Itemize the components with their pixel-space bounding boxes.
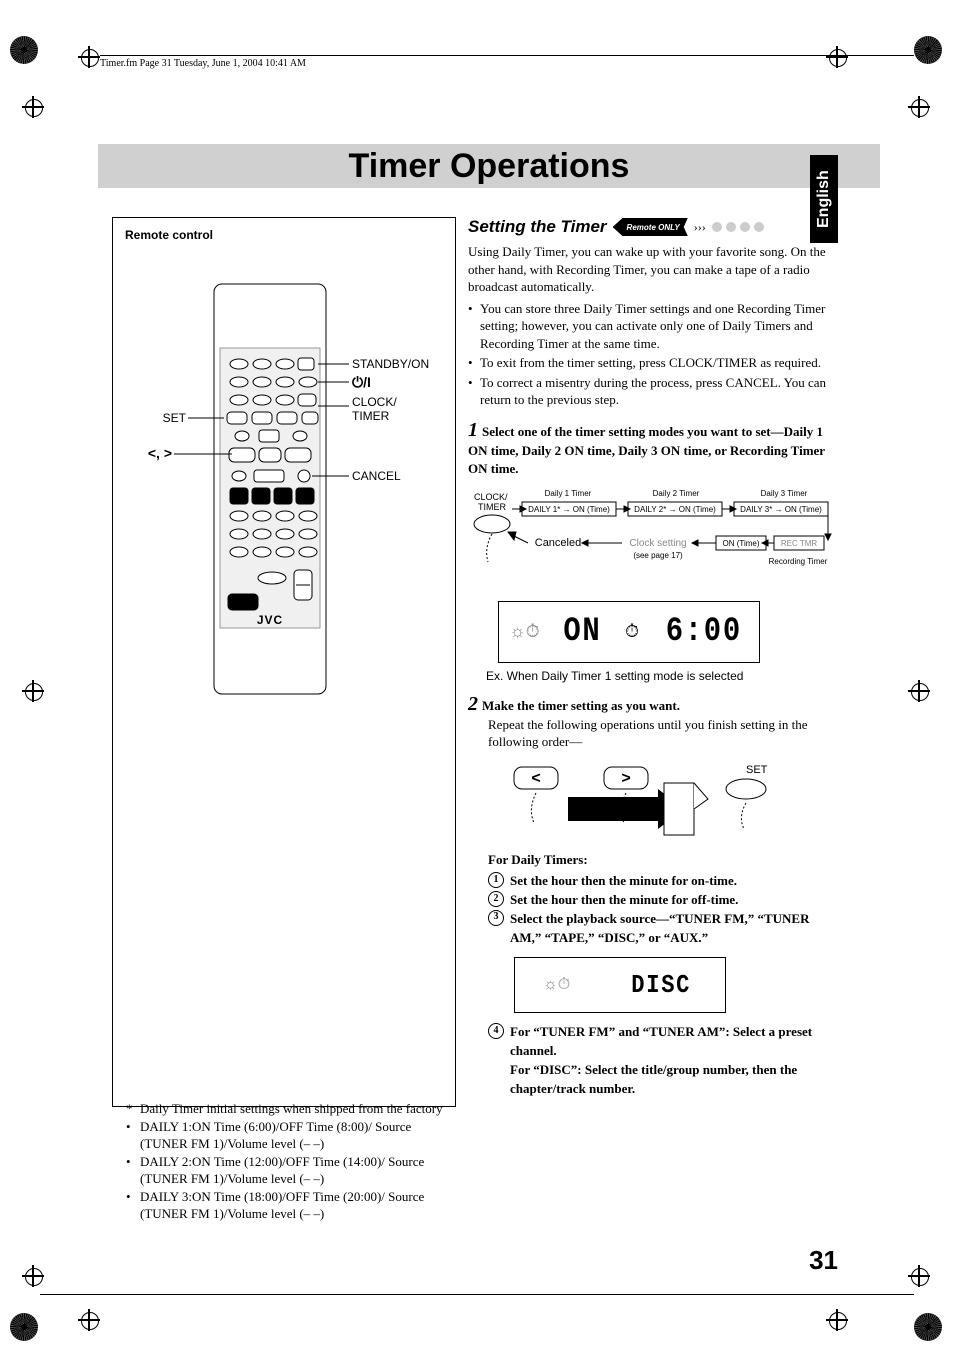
header-rule (100, 55, 914, 56)
crop-target-icon (10, 1313, 40, 1343)
svg-text:(see page 17): (see page 17) (633, 551, 683, 560)
registration-mark-icon (908, 680, 930, 702)
clock-icon: ☼⏱ (509, 621, 540, 642)
svg-text:>: > (621, 770, 630, 787)
svg-text:TIMER: TIMER (352, 409, 390, 423)
factory-item: DAILY 3:ON Time (18:00)/OFF Time (20:00)… (140, 1188, 446, 1223)
factory-item: DAILY 2:ON Time (12:00)/OFF Time (14:00)… (140, 1153, 446, 1188)
ir-icon: ››› (694, 220, 706, 235)
registration-mark-icon (22, 680, 44, 702)
crop-target-icon (914, 36, 944, 66)
step-circle-icon: 2 (488, 891, 504, 907)
svg-text:CANCEL: CANCEL (352, 469, 401, 483)
numbered-steps: 1 Set the hour then the minute for on-tim… (488, 872, 836, 947)
section-heading: Setting the Timer (468, 217, 607, 237)
factory-defaults: *Daily Timer initial settings when shipp… (126, 1100, 446, 1223)
lcd-time: 6:00 (666, 613, 742, 651)
step2-sub: Repeat the following operations until yo… (488, 716, 836, 751)
remote-diagram: STANDBY/ON ⏻/I CLOCK/ TIMER SET <, > CAN… (113, 278, 455, 708)
registration-mark-icon (22, 1265, 44, 1287)
svg-text:⏻/I: ⏻/I (352, 374, 371, 390)
decorative-dots (712, 222, 764, 232)
svg-text:REC TMR: REC TMR (781, 539, 818, 548)
svg-text:DAILY 3* → ON (Time): DAILY 3* → ON (Time) (740, 505, 822, 514)
badge-label: Remote ONLY (627, 223, 680, 232)
num-step: Set the hour then the minute for on-time… (510, 872, 836, 891)
set-buttons-diagram: < > SET (498, 759, 836, 844)
svg-text:Daily 2 Timer: Daily 2 Timer (653, 489, 700, 498)
lcd-display-disc: ☼⏱ DISC (514, 957, 726, 1013)
step-circle-icon: 1 (488, 872, 504, 888)
bullet: To correct a misentry during the process… (480, 374, 836, 409)
page-title: Timer Operations (349, 147, 630, 185)
lcd-disc-text: DISC (632, 970, 692, 1000)
svg-text:Recording Timer: Recording Timer (769, 557, 828, 566)
step1-text: Select one of the timer setting modes yo… (468, 424, 825, 476)
registration-mark-icon (826, 1309, 848, 1331)
remote-only-badge: Remote ONLY (613, 218, 688, 236)
factory-intro: Daily Timer initial settings when shippe… (140, 1100, 443, 1118)
intro-paragraph: Using Daily Timer, you can wake up with … (468, 243, 836, 296)
registration-mark-icon (22, 96, 44, 118)
page-number: 31 (809, 1245, 838, 1276)
figure1-caption: Ex. When Daily Timer 1 setting mode is s… (486, 669, 836, 683)
right-column: Setting the Timer Remote ONLY ››› Using … (468, 217, 836, 1099)
step-circle-icon: 3 (488, 910, 504, 926)
factory-item: DAILY 1:ON Time (6:00)/OFF Time (8:00)/ … (140, 1118, 446, 1153)
clock-icon: ☼⏱ (543, 976, 570, 994)
svg-text:Clock setting: Clock setting (629, 538, 686, 549)
bullet: To exit from the timer setting, press CL… (480, 354, 821, 372)
clock-icon: ⏱ (625, 621, 639, 642)
left-column: Remote control (112, 217, 456, 1107)
svg-text:CLOCK/: CLOCK/ (352, 395, 397, 409)
registration-mark-icon (78, 46, 100, 68)
daily-timers-title: For Daily Timers: (488, 852, 836, 868)
crop-target-icon (10, 36, 40, 66)
lcd-on-text: ON (563, 613, 601, 651)
title-band: Timer Operations (98, 144, 880, 188)
registration-mark-icon (908, 1265, 930, 1287)
num-step-4: For “TUNER FM” and “TUNER AM”: Select a … (510, 1023, 836, 1098)
svg-text:JVC: JVC (257, 613, 283, 627)
remote-box-title: Remote control (125, 228, 445, 242)
footer-rule (40, 1294, 914, 1295)
standby-label: STANDBY/ON (352, 357, 429, 371)
svg-text:SET: SET (163, 411, 187, 425)
crop-target-icon (914, 1313, 944, 1343)
step-number: 2 (468, 693, 478, 716)
header-crop-info: Timer.fm Page 31 Tuesday, June 1, 2004 1… (100, 58, 306, 69)
timer-mode-diagram: CLOCK/ TIMER Daily 1 Timer Daily 2 Timer… (468, 486, 836, 663)
num-step: Set the hour then the minute for off-tim… (510, 891, 836, 910)
svg-text:Daily 1 Timer: Daily 1 Timer (545, 489, 592, 498)
registration-mark-icon (908, 96, 930, 118)
lcd-display: ☼⏱ ON ⏱ 6:00 (498, 601, 760, 663)
svg-text:<, >: <, > (148, 445, 172, 461)
svg-text:DAILY 1* → ON (Time): DAILY 1* → ON (Time) (528, 505, 610, 514)
registration-mark-icon (78, 1309, 100, 1331)
registration-mark-icon (826, 46, 848, 68)
section-heading-row: Setting the Timer Remote ONLY ››› (468, 217, 836, 237)
svg-text:SET: SET (746, 764, 768, 776)
svg-text:<: < (531, 770, 540, 787)
page: Timer.fm Page 31 Tuesday, June 1, 2004 1… (0, 0, 954, 1351)
step-number: 1 (468, 419, 478, 442)
svg-text:Canceled: Canceled (535, 537, 581, 549)
num-step: Select the playback source—“TUNER FM,” “… (510, 910, 836, 948)
svg-text:TIMER: TIMER (478, 502, 506, 512)
svg-text:DAILY 2* → ON (Time): DAILY 2* → ON (Time) (634, 505, 716, 514)
svg-text:CLOCK/: CLOCK/ (474, 492, 508, 502)
svg-text:Daily 3 Timer: Daily 3 Timer (761, 489, 808, 498)
bullet: You can store three Daily Timer settings… (480, 300, 836, 353)
step2-text: Make the timer setting as you want. (482, 698, 680, 713)
svg-text:ON (Time): ON (Time) (722, 539, 759, 548)
step-circle-icon: 4 (488, 1023, 504, 1039)
remote-control-box: Remote control (112, 217, 456, 1107)
